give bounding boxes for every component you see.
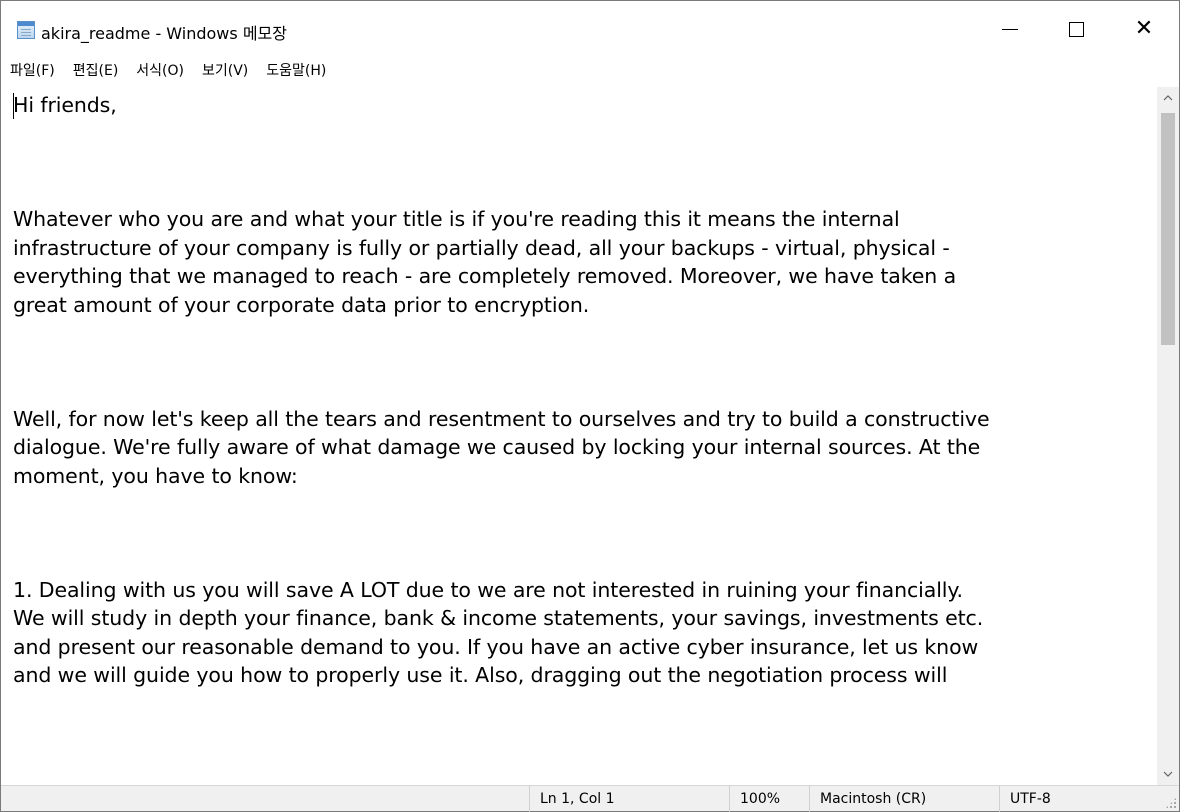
maximize-button[interactable]: [1053, 1, 1099, 57]
document-text[interactable]: Hi friends, Whatever who you are and wha…: [9, 87, 1157, 690]
maximize-icon: [1068, 21, 1084, 37]
status-bar: Ln 1, Col 1 100% Macintosh (CR) UTF-8: [1, 785, 1179, 812]
menu-bar: 파일(F) 편집(E) 서식(O) 보기(V) 도움말(H): [1, 57, 1179, 85]
menu-format[interactable]: 서식(O): [127, 57, 193, 85]
menu-file[interactable]: 파일(F): [1, 57, 64, 85]
window-title: akira_readme - Windows 메모장: [41, 24, 287, 43]
close-button[interactable]: ✕: [1121, 1, 1167, 57]
text-editor[interactable]: Hi friends, Whatever who you are and wha…: [9, 87, 1157, 785]
notepad-window: akira_readme - Windows 메모장 ✕ 파일(F) 편집(E)…: [0, 0, 1180, 812]
scroll-thumb[interactable]: [1161, 113, 1175, 345]
menu-edit[interactable]: 편집(E): [64, 57, 128, 85]
line-ending: Macintosh (CR): [809, 786, 999, 812]
menu-help[interactable]: 도움말(H): [257, 57, 335, 85]
minimize-icon: [1002, 28, 1018, 30]
minimize-button[interactable]: [987, 1, 1033, 57]
text-caret: [13, 93, 14, 119]
zoom-level: 100%: [729, 786, 809, 812]
notepad-icon[interactable]: [17, 21, 35, 39]
vertical-scrollbar[interactable]: [1157, 87, 1179, 785]
title-bar[interactable]: akira_readme - Windows 메모장 ✕: [1, 1, 1179, 57]
menu-view[interactable]: 보기(V): [193, 57, 257, 85]
close-icon: ✕: [1134, 16, 1154, 41]
resize-grip-icon[interactable]: [1165, 797, 1177, 809]
scroll-up-icon[interactable]: [1157, 87, 1179, 109]
scroll-down-icon[interactable]: [1157, 763, 1179, 785]
encoding: UTF-8: [999, 786, 1157, 812]
cursor-position: Ln 1, Col 1: [529, 786, 729, 812]
